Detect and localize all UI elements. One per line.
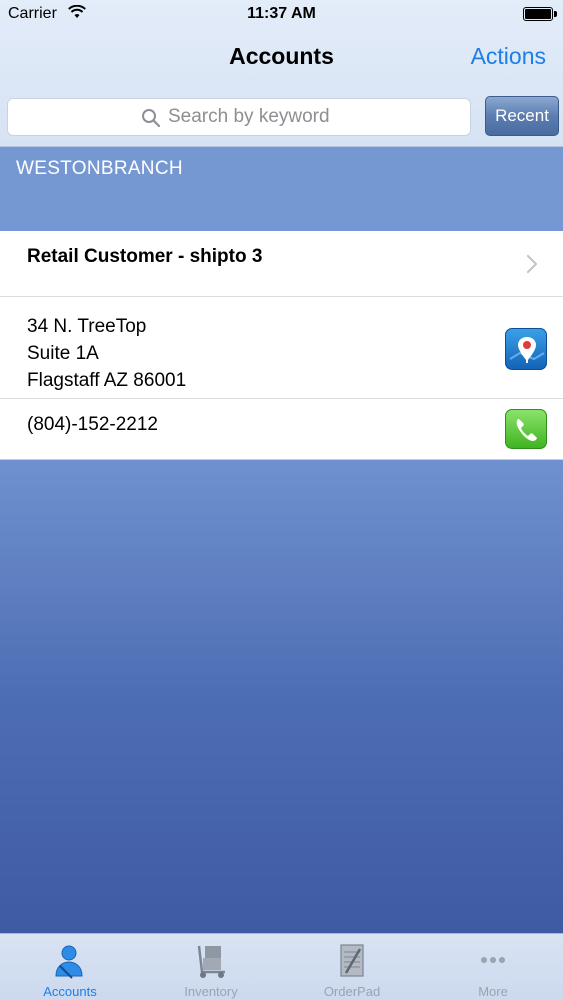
search-input[interactable] (168, 103, 448, 131)
phone-icon[interactable] (505, 409, 547, 449)
address-line-1: 34 N. TreeTop (27, 316, 147, 337)
notepad-icon (340, 944, 364, 977)
hand-truck-icon (197, 945, 225, 978)
account-card: Retail Customer - shipto 3 34 N. TreeTop… (0, 231, 563, 460)
top-bar: Carrier 11:37 AM Accounts Actions Recent (0, 0, 563, 147)
tab-more[interactable]: More (423, 934, 563, 1000)
branch-header: WESTONBRANCH (16, 158, 183, 179)
tab-label: Inventory (184, 984, 238, 999)
tab-bar: Accounts Inventory OrderPad More (0, 933, 563, 1000)
battery-icon (523, 7, 557, 21)
tab-label: Accounts (43, 984, 97, 999)
status-bar: Carrier 11:37 AM (0, 0, 563, 30)
address-line-2: Suite 1A (27, 343, 99, 364)
account-name: Retail Customer - shipto 3 (27, 246, 263, 267)
status-time: 11:37 AM (247, 5, 316, 22)
more-dots-icon (481, 957, 505, 963)
chevron-right-icon (526, 254, 538, 274)
tab-label: More (478, 984, 508, 999)
recent-button[interactable]: Recent (485, 96, 559, 136)
search-icon (142, 109, 161, 128)
account-address-row[interactable]: 34 N. TreeTop Suite 1A Flagstaff AZ 8600… (0, 297, 563, 399)
account-name-row[interactable]: Retail Customer - shipto 3 (0, 231, 563, 297)
actions-button[interactable]: Actions (471, 43, 546, 70)
tab-orderpad[interactable]: OrderPad (282, 934, 422, 1000)
search-bar[interactable] (7, 98, 471, 136)
account-phone-row[interactable]: (804)-152-2212 (0, 399, 563, 460)
tab-accounts[interactable]: Accounts (0, 934, 140, 1000)
map-pin-icon[interactable] (505, 328, 547, 370)
person-icon (55, 945, 83, 979)
tab-label: OrderPad (323, 984, 381, 999)
address-line-3: Flagstaff AZ 86001 (27, 370, 187, 391)
tab-inventory[interactable]: Inventory (141, 934, 281, 1000)
phone-number: (804)-152-2212 (27, 414, 158, 435)
address-block: 34 N. TreeTop Suite 1A Flagstaff AZ 8600… (27, 313, 186, 394)
